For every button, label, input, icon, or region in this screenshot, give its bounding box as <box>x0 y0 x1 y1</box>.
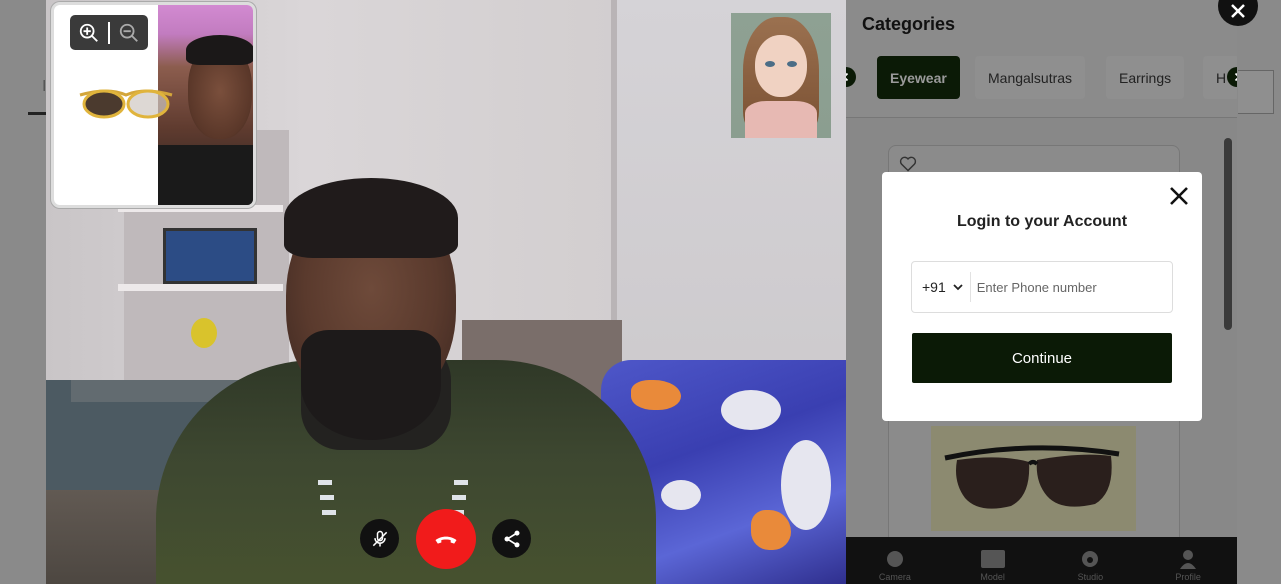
jacket-stripe <box>320 495 334 500</box>
login-close-icon[interactable] <box>1168 185 1190 207</box>
category-chip-mangalsutras[interactable]: Mangalsutras <box>975 56 1086 99</box>
mute-button[interactable] <box>360 519 399 558</box>
zoom-out-icon[interactable] <box>118 22 140 44</box>
image-icon <box>980 550 1005 568</box>
studio-icon <box>1082 551 1099 567</box>
person-beard <box>301 330 441 440</box>
side-panel-scrollbar[interactable] <box>1224 138 1232 330</box>
close-icon <box>1231 4 1245 18</box>
ar-face-hair <box>186 35 253 65</box>
heart-icon[interactable] <box>899 156 917 172</box>
nav-profile-label: Profile <box>1175 572 1201 582</box>
bottom-nav: Camera Model Studio Profile <box>846 537 1237 584</box>
country-code-value: +91 <box>922 279 946 295</box>
continue-button[interactable]: Continue <box>912 333 1172 383</box>
blanket-pattern <box>661 480 701 510</box>
nav-studio[interactable]: Studio <box>1050 537 1130 584</box>
mic-off-icon <box>372 530 387 546</box>
blanket-pattern <box>721 390 781 430</box>
end-call-button[interactable] <box>416 509 476 569</box>
categories-title: Categories <box>862 14 956 34</box>
chevron-right-icon <box>1234 72 1237 82</box>
nav-profile[interactable]: Profile <box>1148 537 1228 584</box>
ar-preview-window[interactable] <box>51 2 256 208</box>
scene-flower <box>191 318 217 348</box>
scene-picture-frame <box>163 228 257 284</box>
scene-door <box>611 0 617 360</box>
nav-camera[interactable]: Camera <box>855 537 935 584</box>
categories-header: Categories Eyewear Mangalsutras Earrings… <box>846 0 1237 118</box>
zoom-controls <box>70 15 148 50</box>
category-chip-eyewear[interactable]: Eyewear <box>877 56 960 99</box>
sunglasses-overlay <box>79 89 173 119</box>
jacket-stripe <box>454 480 468 485</box>
blanket-pattern <box>751 510 791 550</box>
jacket-stripe <box>322 510 336 515</box>
background-box <box>1238 70 1274 114</box>
sunglasses-product-image <box>944 445 1120 509</box>
login-title: Login to your Account <box>956 213 1128 230</box>
blanket-pattern <box>631 380 681 410</box>
blanket-pattern <box>781 440 831 530</box>
person-hair <box>284 178 458 258</box>
zoom-in-icon[interactable] <box>78 22 100 44</box>
chevron-left-icon <box>846 72 849 82</box>
login-dialog: Login to your Account +91 Continue <box>882 172 1202 421</box>
share-button[interactable] <box>492 519 531 558</box>
share-icon <box>504 530 519 547</box>
model-eye <box>787 61 797 67</box>
zoom-separator <box>108 21 110 44</box>
model-eye <box>765 61 775 67</box>
model-face <box>755 35 807 97</box>
category-chip-earrings[interactable]: Earrings <box>1106 56 1185 99</box>
jacket-stripe <box>452 495 466 500</box>
model-dress <box>745 101 817 138</box>
background-tab-underline <box>28 112 46 115</box>
scene-shelf <box>118 284 283 291</box>
nav-model[interactable]: Model <box>953 537 1033 584</box>
country-code-select[interactable]: +91 <box>912 272 971 302</box>
nav-model-label: Model <box>980 572 1005 582</box>
user-icon <box>1180 550 1197 569</box>
camera-icon <box>886 551 903 567</box>
nav-studio-label: Studio <box>1077 572 1104 582</box>
nav-camera-label: Camera <box>878 572 911 582</box>
model-thumbnail[interactable] <box>731 13 831 138</box>
phone-number-input[interactable] <box>970 279 1161 295</box>
ar-face-body <box>158 145 253 205</box>
chevron-down-icon <box>953 284 963 291</box>
categories-prev-button[interactable] <box>846 67 856 87</box>
jacket-stripe <box>318 480 332 485</box>
phone-hangup-icon <box>435 536 457 544</box>
product-image <box>931 426 1136 531</box>
phone-field: +91 <box>911 261 1173 313</box>
